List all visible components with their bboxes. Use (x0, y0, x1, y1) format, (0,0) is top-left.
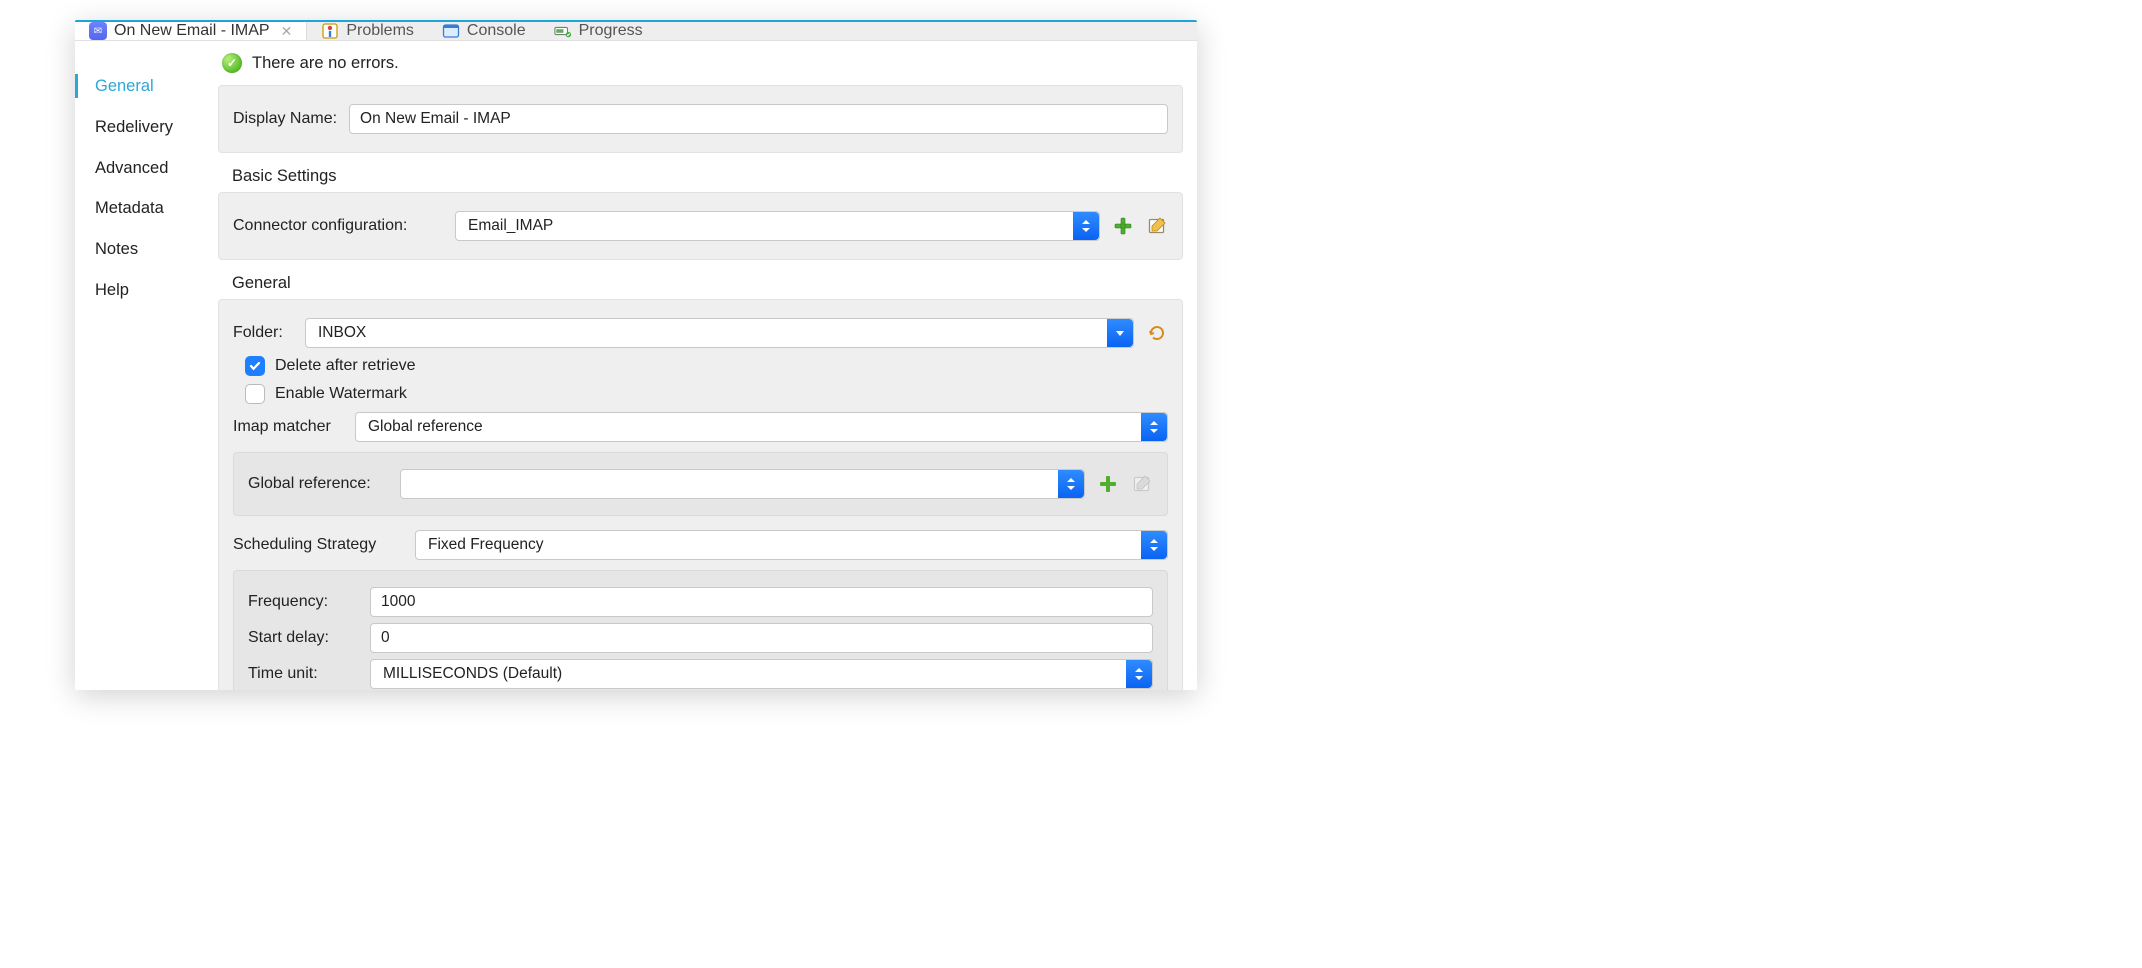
sidebar-item-label: General (95, 77, 154, 95)
start-delay-input[interactable] (370, 623, 1153, 653)
tab-console-label: Console (467, 22, 526, 40)
general-panel: Folder: INBOX (218, 299, 1183, 690)
basic-settings-title: Basic Settings (232, 167, 1183, 186)
delete-after-retrieve-checkbox[interactable] (245, 356, 265, 376)
global-reference-select[interactable] (400, 469, 1085, 499)
connector-config-select[interactable]: Email_IMAP (455, 211, 1100, 241)
chevron-down-icon (1107, 319, 1133, 347)
sidebar-item-redelivery[interactable]: Redelivery (75, 107, 218, 148)
tab-editor-active[interactable]: ✉ On New Email - IMAP ✕ (75, 22, 307, 40)
chevron-updown-icon (1126, 660, 1152, 688)
sidebar-item-help[interactable]: Help (75, 270, 218, 311)
imap-matcher-select[interactable]: Global reference (355, 412, 1168, 442)
sidebar: General Redelivery Advanced Metadata Not… (75, 41, 218, 690)
add-reference-button[interactable] (1097, 473, 1119, 495)
scheduling-strategy-label: Scheduling Strategy (233, 536, 403, 554)
display-name-panel: Display Name: (218, 85, 1183, 153)
progress-icon (554, 22, 572, 40)
imap-matcher-label: Imap matcher (233, 418, 343, 436)
connector-config-value: Email_IMAP (468, 217, 553, 235)
chevron-updown-icon (1058, 470, 1084, 498)
sidebar-item-general[interactable]: General (75, 66, 218, 107)
chevron-updown-icon (1141, 413, 1167, 441)
enable-watermark-row: Enable Watermark (245, 384, 1168, 404)
tab-console[interactable]: Console (428, 22, 540, 40)
enable-watermark-label: Enable Watermark (275, 385, 407, 403)
frequency-panel: Frequency: Start delay: Time unit: MILLI… (233, 570, 1168, 690)
problems-icon (321, 22, 339, 40)
scheduling-strategy-value: Fixed Frequency (428, 536, 543, 554)
sidebar-item-label: Redelivery (95, 118, 173, 136)
scheduling-strategy-select[interactable]: Fixed Frequency (415, 530, 1168, 560)
status-row: ✓ There are no errors. (218, 53, 1183, 85)
main-pane: ✓ There are no errors. Display Name: Bas… (218, 41, 1197, 690)
sidebar-item-label: Notes (95, 240, 138, 258)
tab-problems[interactable]: Problems (307, 22, 428, 40)
sidebar-item-advanced[interactable]: Advanced (75, 148, 218, 189)
close-icon[interactable]: ✕ (281, 23, 293, 40)
start-delay-label: Start delay: (248, 629, 358, 647)
enable-watermark-checkbox[interactable] (245, 384, 265, 404)
folder-label: Folder: (233, 324, 293, 342)
delete-after-retrieve-label: Delete after retrieve (275, 357, 416, 375)
time-unit-select[interactable]: MILLISECONDS (Default) (370, 659, 1153, 689)
tab-bar: ✉ On New Email - IMAP ✕ Problems Console… (75, 20, 1197, 41)
folder-select[interactable]: INBOX (305, 318, 1134, 348)
refresh-button[interactable] (1146, 322, 1168, 344)
delete-after-retrieve-row: Delete after retrieve (245, 356, 1168, 376)
add-config-button[interactable] (1112, 215, 1134, 237)
email-icon: ✉ (89, 22, 107, 40)
time-unit-value: MILLISECONDS (Default) (383, 665, 562, 683)
connector-config-label: Connector configuration: (233, 217, 443, 235)
display-name-label: Display Name: (233, 110, 337, 128)
folder-value: INBOX (318, 324, 366, 342)
app-window: ✉ On New Email - IMAP ✕ Problems Console… (75, 20, 1197, 690)
sidebar-item-metadata[interactable]: Metadata (75, 188, 218, 229)
global-reference-label: Global reference: (248, 475, 388, 493)
basic-settings-panel: Connector configuration: Email_IMAP (218, 192, 1183, 260)
check-circle-icon: ✓ (222, 53, 242, 73)
chevron-updown-icon (1073, 212, 1099, 240)
tab-progress[interactable]: Progress (540, 22, 657, 40)
sidebar-item-label: Help (95, 281, 129, 299)
frequency-label: Frequency: (248, 593, 358, 611)
sidebar-item-label: Metadata (95, 199, 164, 217)
tab-active-label: On New Email - IMAP (114, 22, 270, 40)
global-reference-panel: Global reference: (233, 452, 1168, 516)
sidebar-item-label: Advanced (95, 159, 168, 177)
chevron-updown-icon (1141, 531, 1167, 559)
body: General Redelivery Advanced Metadata Not… (75, 41, 1197, 690)
edit-config-button[interactable] (1146, 215, 1168, 237)
time-unit-label: Time unit: (248, 665, 358, 683)
tab-progress-label: Progress (579, 22, 643, 40)
tab-problems-label: Problems (346, 22, 414, 40)
edit-reference-button (1131, 473, 1153, 495)
status-message: There are no errors. (252, 54, 399, 73)
imap-matcher-value: Global reference (368, 418, 483, 436)
display-name-input[interactable] (349, 104, 1168, 134)
frequency-input[interactable] (370, 587, 1153, 617)
sidebar-item-notes[interactable]: Notes (75, 229, 218, 270)
general-section-title: General (232, 274, 1183, 293)
console-icon (442, 22, 460, 40)
